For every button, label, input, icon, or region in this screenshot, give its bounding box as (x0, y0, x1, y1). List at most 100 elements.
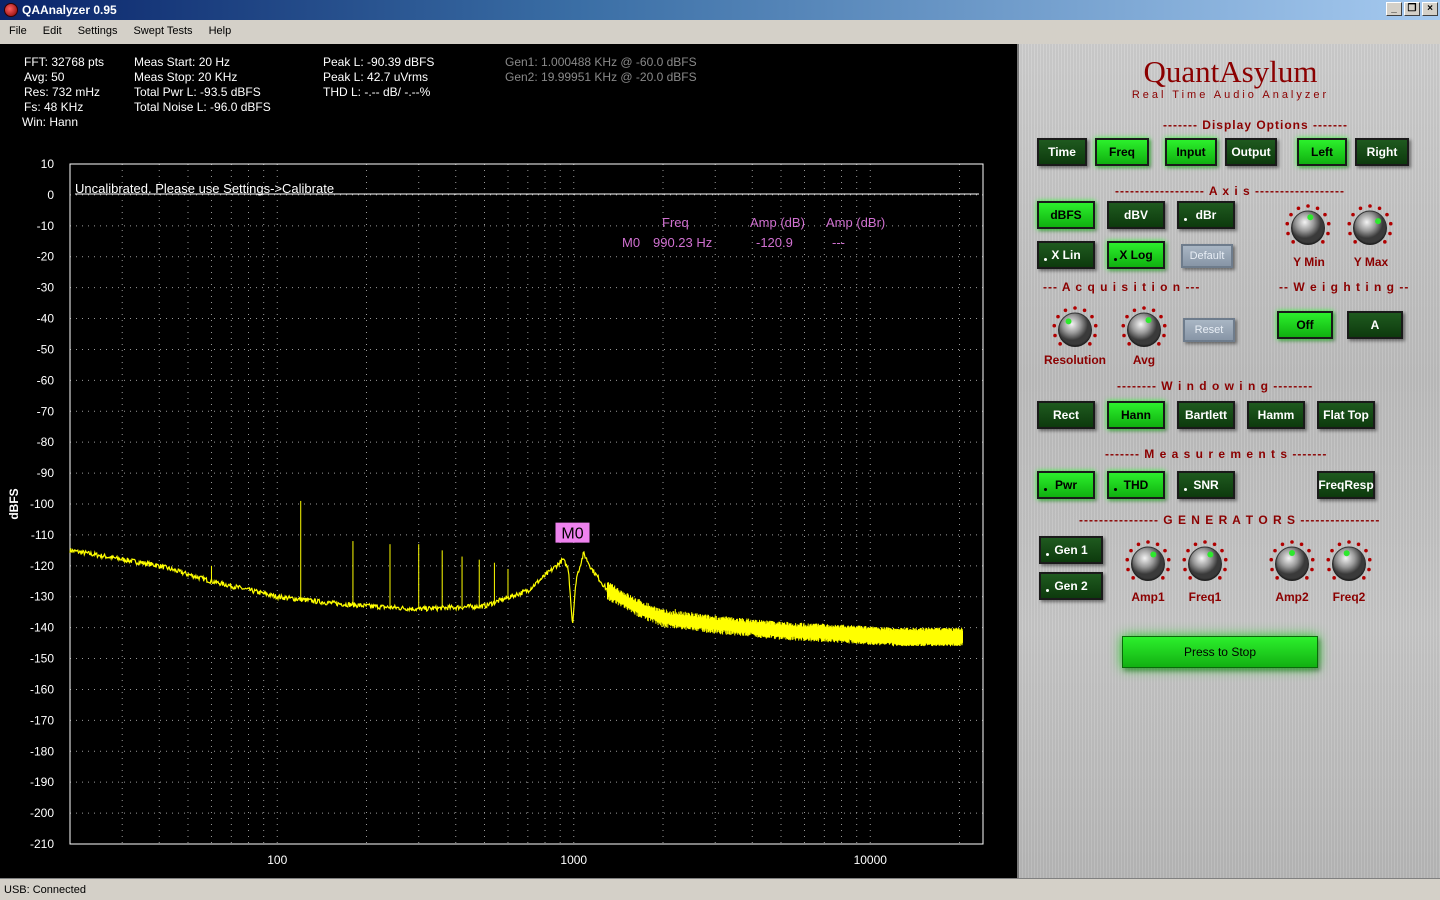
right-channel-button[interactable]: Right (1355, 138, 1409, 166)
window-title: QAAnalyzer 0.95 (22, 3, 117, 17)
y-tick-label: -210 (30, 837, 54, 851)
knob-tick (1063, 308, 1068, 313)
noise-band (607, 582, 963, 647)
knob-tick (1053, 333, 1057, 338)
knob-tick (1162, 333, 1166, 338)
window-hamm-button[interactable]: Hamm (1247, 401, 1305, 429)
knob-tick (1186, 548, 1190, 553)
pwr-indicator (1044, 488, 1047, 491)
window-bartlett-button[interactable]: Bartlett (1177, 401, 1235, 429)
section-display-options: ------- Display Options ------- (1163, 118, 1348, 132)
knob-tick (1073, 306, 1077, 310)
freq1-knob[interactable] (1182, 540, 1228, 586)
weighting-off-button[interactable]: Off (1277, 311, 1333, 339)
chart-grid (70, 164, 983, 844)
avg-knob[interactable] (1121, 306, 1167, 352)
left-channel-button[interactable]: Left (1297, 138, 1347, 166)
menu-edit[interactable]: Edit (36, 25, 69, 37)
knob-tick (1286, 231, 1290, 236)
freqresp-button-label: FreqResp (1318, 478, 1374, 492)
left-button-label: Left (1311, 145, 1333, 159)
marker-row-amp-dbr: --- (832, 235, 845, 250)
amp2-knob[interactable] (1269, 540, 1315, 586)
window-rect-button[interactable]: Rect (1037, 401, 1095, 429)
knob-tick (1151, 308, 1156, 313)
spectrum-chart[interactable]: 100-10-20-30-40-50-60-70-80-90-100-110-1… (0, 44, 1017, 878)
marker-m0[interactable]: M0 (555, 522, 590, 543)
close-icon[interactable]: × (1422, 2, 1438, 16)
gen1-indicator (1046, 553, 1049, 556)
knob-tick (1289, 212, 1293, 217)
gen1-button[interactable]: Gen 1 (1039, 536, 1103, 564)
y-tick-label: -70 (37, 404, 55, 418)
avg-label: Avg (1132, 353, 1156, 367)
pwr-button-label: Pwr (1054, 478, 1077, 492)
knob-tick (1388, 231, 1392, 236)
x-lin-button[interactable]: X Lin (1037, 241, 1095, 269)
knob-tick (1182, 557, 1187, 562)
knob-indicator (1307, 214, 1314, 221)
knob-body (1188, 546, 1222, 580)
dbfs-button-label: dBFS (1050, 208, 1082, 222)
press-to-stop-button[interactable]: Press to Stop (1122, 636, 1318, 668)
freqresp-button[interactable]: FreqResp (1317, 471, 1375, 499)
menu-help[interactable]: Help (202, 25, 239, 37)
y-tick-label: -160 (30, 682, 54, 696)
minimize-icon[interactable]: _ (1386, 2, 1402, 16)
window-controls: _ ❐ × (1384, 2, 1438, 16)
gen2-button[interactable]: Gen 2 (1039, 572, 1103, 600)
knob-body (1353, 210, 1387, 244)
usb-status: USB: Connected (4, 883, 86, 896)
knob-tick (1326, 221, 1331, 226)
knob-indicator (1343, 550, 1350, 557)
weighting-a-button[interactable]: A (1347, 311, 1403, 339)
menu-settings[interactable]: Settings (71, 25, 125, 37)
y-tick-label: -50 (37, 342, 55, 356)
restore-icon[interactable]: ❐ (1404, 2, 1420, 16)
axis-default-button[interactable]: Default (1181, 244, 1233, 268)
marker-row-id: M0 (622, 235, 640, 250)
y-max-knob[interactable] (1347, 204, 1393, 250)
snr-indicator (1184, 488, 1187, 491)
y-tick-label: -90 (37, 466, 55, 480)
knob-tick (1126, 567, 1130, 572)
output-button-label: Output (1231, 145, 1271, 159)
knob-body (1131, 546, 1165, 580)
menu-file[interactable]: File (2, 25, 34, 37)
freq-button[interactable]: Freq (1095, 138, 1149, 166)
knob-tick (1223, 567, 1227, 572)
freq2-label: Freq2 (1332, 590, 1366, 604)
gen2-indicator (1046, 589, 1049, 592)
knob-tick (1129, 548, 1133, 553)
knob-tick (1193, 542, 1198, 547)
y-max-label: Y Max (1353, 255, 1389, 269)
knob-tick (1326, 231, 1330, 236)
y-min-knob[interactable] (1285, 204, 1331, 250)
knob-tick (1188, 576, 1192, 580)
thd-button[interactable]: THD (1107, 471, 1165, 499)
knob-tick (1299, 542, 1304, 547)
acquisition-reset-button[interactable]: Reset (1183, 318, 1235, 342)
window-hann-button[interactable]: Hann (1107, 401, 1165, 429)
time-button[interactable]: Time (1037, 138, 1087, 166)
freq2-knob[interactable] (1326, 540, 1372, 586)
window-flat-top-button[interactable]: Flat Top (1317, 401, 1375, 429)
knob-tick (1093, 333, 1097, 338)
knob-tick (1368, 204, 1372, 208)
amp1-knob[interactable] (1125, 540, 1171, 586)
knob-tick (1166, 567, 1170, 572)
knob-tick (1269, 557, 1274, 562)
resolution-knob[interactable] (1052, 306, 1098, 352)
pwr-button[interactable]: Pwr (1037, 471, 1095, 499)
input-button[interactable]: Input (1165, 138, 1217, 166)
dbr-button[interactable]: dBr (1177, 201, 1235, 229)
knob-tick (1310, 557, 1315, 562)
menu-swept-tests[interactable]: Swept Tests (126, 25, 199, 37)
dbv-button[interactable]: dBV (1107, 201, 1165, 229)
output-button[interactable]: Output (1225, 138, 1277, 166)
snr-button[interactable]: SNR (1177, 471, 1235, 499)
x-log-button[interactable]: X Log (1107, 241, 1165, 269)
dbfs-button[interactable]: dBFS (1037, 201, 1095, 229)
knob-tick (1157, 342, 1161, 346)
spectrum-trace (69, 500, 963, 647)
